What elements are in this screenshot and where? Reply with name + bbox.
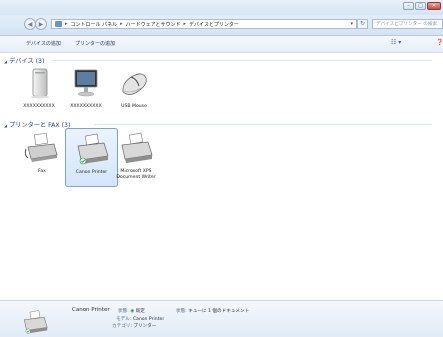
printer-label: Microsoft XPS Document Writer (116, 169, 156, 180)
details-queue: 状態: キューに 1 個のドキュメント (176, 308, 249, 314)
printer-label: Fax (38, 169, 46, 174)
printer-icon (77, 133, 108, 165)
search-input[interactable]: デバイスとプリンター の検索 (372, 19, 443, 29)
breadcrumb-separator-icon[interactable]: ▸ (184, 21, 187, 27)
group-divider (94, 124, 432, 125)
view-options-icon[interactable]: ☷ ▾ (391, 39, 401, 46)
group-divider (52, 60, 432, 61)
printer-label: Canon Printer (75, 170, 108, 175)
printer-icon (23, 310, 48, 334)
navigation-bar: ◀ ▶ ▸ コントロール パネル ▸ ハードウェアとサウンド ▸ デバイスとプリ… (0, 15, 443, 36)
computer-tower-icon (31, 68, 49, 99)
control-panel-icon (55, 21, 62, 27)
add-device-button[interactable]: デバイスの追加 (26, 40, 61, 47)
device-label: USB Mouse (121, 104, 147, 109)
device-item-computer[interactable]: XXXXXXXXXX (16, 66, 62, 110)
printer-item-canon[interactable]: Canon Printer (65, 128, 118, 187)
details-category-value: プリンター (133, 324, 157, 329)
fax-icon (24, 132, 58, 162)
details-queue-value: キューに 1 個のドキュメント (188, 309, 250, 314)
group-header-label: プリンターと FAX (3) (9, 122, 71, 129)
breadcrumb-devices-printers[interactable]: デバイスとプリンター (189, 21, 239, 28)
device-label: XXXXXXXXXX (70, 104, 102, 109)
details-state-value: 既定 (135, 309, 145, 314)
group-header-label: デバイス (3) (9, 58, 45, 65)
window-title-bar: – □ ✕ (0, 0, 443, 15)
printer-icon (121, 132, 153, 163)
help-icon[interactable]: ❓ (436, 39, 443, 46)
breadcrumb-separator-icon[interactable]: ▸ (65, 21, 68, 27)
minimize-button[interactable]: – (403, 2, 414, 10)
window-controls: – □ ✕ (403, 2, 441, 10)
breadcrumb-hardware-sound[interactable]: ハードウェアとサウンド (126, 21, 181, 28)
group-header-printers[interactable]: ◢ プリンターと FAX (3) (4, 120, 70, 129)
details-state-label: 状態: (118, 309, 129, 314)
details-category-label: カテゴリ: (112, 324, 132, 329)
details-model-value: Canon Printer (132, 317, 165, 322)
details-model-label: モデル: (116, 317, 132, 322)
maximize-button[interactable]: □ (415, 2, 426, 10)
address-dropdown-icon[interactable]: ▾ (350, 21, 353, 27)
device-item-usb-mouse[interactable]: USB Mouse (111, 66, 157, 110)
details-pane: Canon Printer 状態: ◉ 既定 モデル: Canon Printe… (0, 300, 443, 337)
details-model: モデル: Canon Printer (116, 316, 164, 322)
close-button[interactable]: ✕ (427, 2, 441, 10)
device-label: XXXXXXXXXX (23, 104, 55, 109)
details-queue-label: 状態: (176, 309, 187, 314)
add-printer-button[interactable]: プリンターの追加 (75, 40, 115, 47)
collapse-triangle-icon[interactable]: ◢ (4, 59, 7, 64)
default-check-icon: ◉ (130, 309, 135, 314)
command-bar: デバイスの追加 プリンターの追加 ☷ ▾ ❓ (0, 36, 443, 53)
forward-button[interactable]: ▶ (35, 18, 47, 30)
printer-item-xps[interactable]: Microsoft XPS Document Writer (115, 131, 157, 181)
details-state: 状態: ◉ 既定 (118, 308, 145, 314)
printer-item-fax[interactable]: Fax (19, 131, 65, 175)
details-category: カテゴリ: プリンター (112, 323, 156, 329)
refresh-icon[interactable]: ↻ (357, 19, 368, 29)
details-printer-name: Canon Printer (72, 307, 110, 313)
mouse-icon (122, 73, 147, 95)
collapse-triangle-icon[interactable]: ◢ (4, 123, 7, 128)
breadcrumb-control-panel[interactable]: コントロール パネル (71, 21, 118, 28)
group-header-devices[interactable]: ◢ デバイス (3) (4, 56, 44, 65)
device-list: ◢ デバイス (3) XXXXXXXXXX XXXXXXXXXX USB Mous… (0, 53, 443, 300)
monitor-icon (74, 69, 98, 97)
device-item-monitor[interactable]: XXXXXXXXXX (63, 66, 109, 110)
breadcrumb-separator-icon[interactable]: ▸ (120, 21, 123, 27)
address-bar[interactable]: ▸ コントロール パネル ▸ ハードウェアとサウンド ▸ デバイスとプリンター … (51, 19, 357, 29)
